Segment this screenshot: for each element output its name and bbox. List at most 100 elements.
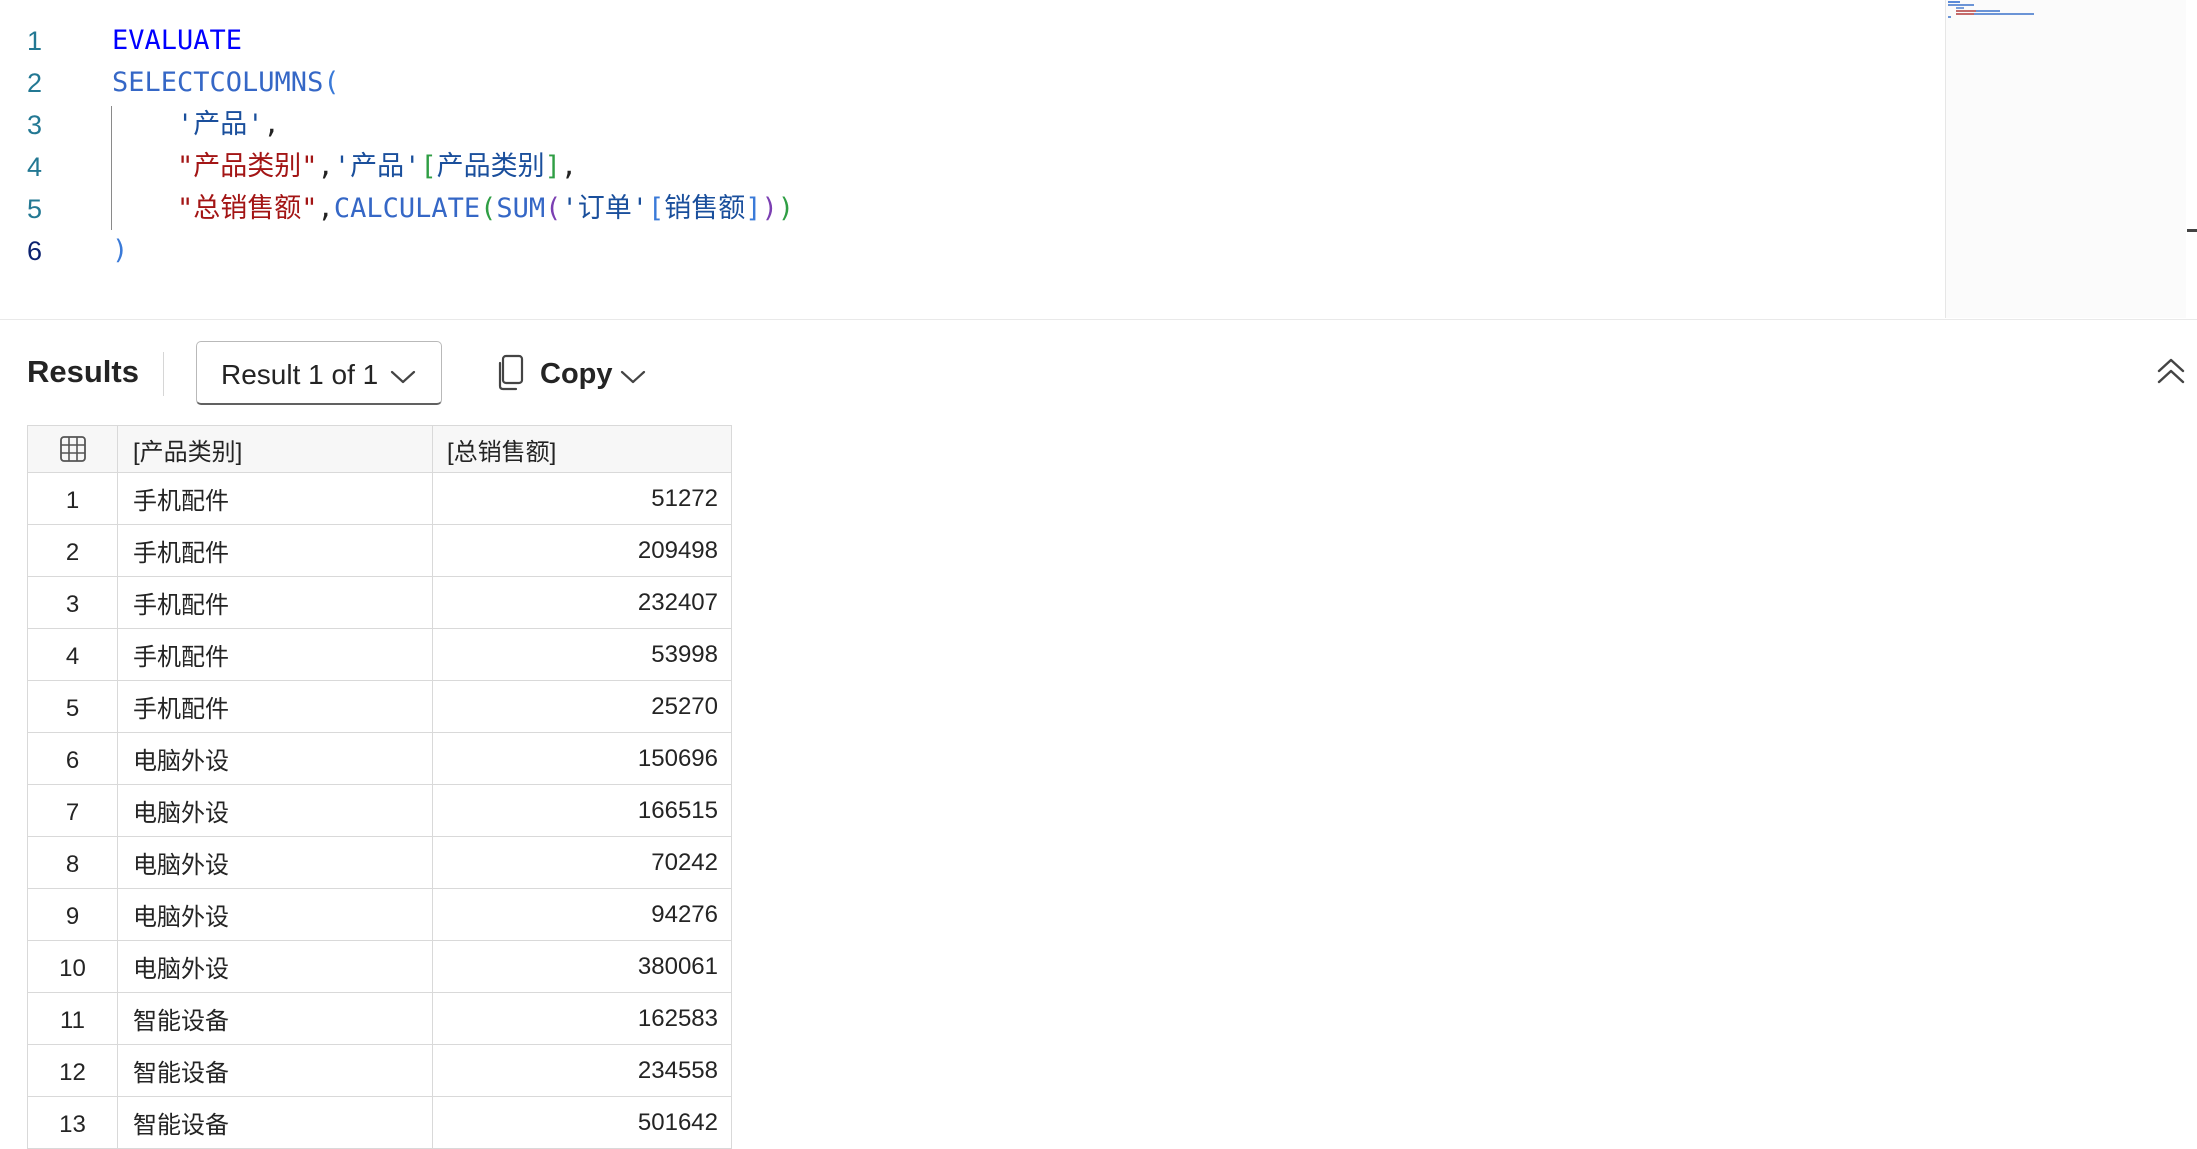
line-number: 2 xyxy=(27,68,43,98)
minimap-slider-marker[interactable] xyxy=(2187,229,2197,232)
chevron-down-icon xyxy=(389,362,417,394)
select-all-cell[interactable] xyxy=(27,425,118,473)
copy-label: Copy xyxy=(540,358,613,390)
row-number-cell[interactable]: 13 xyxy=(27,1096,118,1149)
code-token: ( xyxy=(480,193,497,224)
results-grid[interactable]: [产品类别] [总销售额] 1 手机配件 51272 2 手机配件 209498 3 手机配件… xyxy=(27,425,732,1149)
code-token: ] xyxy=(745,193,762,224)
sales-cell[interactable]: 94276 xyxy=(432,888,732,941)
grid-header-row: [产品类别] [总销售额] xyxy=(27,425,732,473)
code-token: "总销售额" xyxy=(177,193,318,224)
minimap-line xyxy=(1948,1,1960,3)
code-token: 产品类别 xyxy=(436,151,545,182)
result-selector-dropdown[interactable]: Result 1 of 1 xyxy=(196,341,442,405)
row-number-cell[interactable]: 2 xyxy=(27,524,118,577)
sales-cell[interactable]: 501642 xyxy=(432,1096,732,1149)
query-editor[interactable]: 1 EVALUATE 2 SELECTCOLUMNS(3 '产品', 4 "产品类别",… xyxy=(0,0,2197,320)
row-number-cell[interactable]: 9 xyxy=(27,888,118,941)
code-token: [ xyxy=(420,151,437,182)
table-row[interactable]: 2 手机配件 209498 xyxy=(27,524,732,577)
code-token: ) xyxy=(761,193,778,224)
code-token: SELECTCOLUMNS xyxy=(112,67,324,98)
minimap-line xyxy=(1976,10,2000,12)
table-row[interactable]: 11 智能设备 162583 xyxy=(27,992,732,1045)
table-row[interactable]: 12 智能设备 234558 xyxy=(27,1044,732,1097)
category-cell[interactable]: 电脑外设 xyxy=(117,732,433,785)
category-cell[interactable]: 手机配件 xyxy=(117,576,433,629)
category-cell[interactable]: 电脑外设 xyxy=(117,940,433,993)
code-text[interactable]: EVALUATE xyxy=(112,20,242,62)
column-header-category[interactable]: [产品类别] xyxy=(117,425,433,473)
code-token: ( xyxy=(323,67,340,98)
table-row[interactable]: 10 电脑外设 380061 xyxy=(27,940,732,993)
line-number: 5 xyxy=(27,194,43,224)
code-token: CALCULATE xyxy=(333,193,481,224)
code-text[interactable]: "总销售额",CALCULATE(SUM('订单'[销售额])) xyxy=(112,188,794,230)
code-token: '订单' xyxy=(561,193,648,224)
minimap-line xyxy=(1956,10,1976,12)
category-cell[interactable]: 电脑外设 xyxy=(117,784,433,837)
row-number-cell[interactable]: 10 xyxy=(27,940,118,993)
category-cell[interactable]: 智能设备 xyxy=(117,992,433,1045)
double-chevron-up-icon xyxy=(2155,358,2187,391)
sales-cell[interactable]: 53998 xyxy=(432,628,732,681)
table-row[interactable]: 1 手机配件 51272 xyxy=(27,472,732,525)
row-number-cell[interactable]: 8 xyxy=(27,836,118,889)
row-number-cell[interactable]: 1 xyxy=(27,472,118,525)
collapse-results-button[interactable] xyxy=(2155,357,2187,391)
code-text[interactable]: "产品类别",'产品'[产品类别], xyxy=(112,146,577,188)
sales-cell[interactable]: 209498 xyxy=(432,524,732,577)
code-text[interactable]: SELECTCOLUMNS( xyxy=(112,62,340,104)
category-cell[interactable]: 手机配件 xyxy=(117,680,433,733)
sales-cell[interactable]: 232407 xyxy=(432,576,732,629)
table-row[interactable]: 8 电脑外设 70242 xyxy=(27,836,732,889)
category-cell[interactable]: 电脑外设 xyxy=(117,836,433,889)
sales-cell[interactable]: 380061 xyxy=(432,940,732,993)
sales-cell[interactable]: 166515 xyxy=(432,784,732,837)
table-row[interactable]: 6 电脑外设 150696 xyxy=(27,732,732,785)
sales-cell[interactable]: 162583 xyxy=(432,992,732,1045)
category-cell[interactable]: 智能设备 xyxy=(117,1044,433,1097)
editor-divider xyxy=(0,319,2197,320)
code-text[interactable]: ) xyxy=(112,230,128,272)
minimap-line xyxy=(1948,16,1951,18)
code-text[interactable]: '产品', xyxy=(112,104,280,146)
row-number-cell[interactable]: 11 xyxy=(27,992,118,1045)
row-number-cell[interactable]: 12 xyxy=(27,1044,118,1097)
sales-cell[interactable]: 51272 xyxy=(432,472,732,525)
category-cell[interactable]: 智能设备 xyxy=(117,1096,433,1149)
table-grid-icon xyxy=(59,435,87,463)
results-title: Results xyxy=(27,354,139,389)
line-number: 3 xyxy=(27,110,43,140)
minimap-line xyxy=(1948,4,1974,6)
category-cell[interactable]: 手机配件 xyxy=(117,524,433,577)
code-token: , xyxy=(317,193,334,224)
sales-cell[interactable]: 70242 xyxy=(432,836,732,889)
category-cell[interactable]: 电脑外设 xyxy=(117,888,433,941)
row-number-cell[interactable]: 6 xyxy=(27,732,118,785)
category-cell[interactable]: 手机配件 xyxy=(117,472,433,525)
indent-guide xyxy=(111,106,112,230)
table-row[interactable]: 13 智能设备 501642 xyxy=(27,1096,732,1149)
sales-cell[interactable]: 150696 xyxy=(432,732,732,785)
column-header-sales[interactable]: [总销售额] xyxy=(432,425,732,473)
row-number-cell[interactable]: 5 xyxy=(27,680,118,733)
sales-cell[interactable]: 25270 xyxy=(432,680,732,733)
sales-cell[interactable]: 234558 xyxy=(432,1044,732,1097)
row-number-cell[interactable]: 3 xyxy=(27,576,118,629)
row-number-cell[interactable]: 4 xyxy=(27,628,118,681)
table-row[interactable]: 9 电脑外设 94276 xyxy=(27,888,732,941)
table-row[interactable]: 7 电脑外设 166515 xyxy=(27,784,732,837)
table-row[interactable]: 3 手机配件 232407 xyxy=(27,576,732,629)
code-token: , xyxy=(317,151,334,182)
chevron-down-icon xyxy=(619,362,647,395)
minimap[interactable] xyxy=(1945,0,2186,318)
row-number-cell[interactable]: 7 xyxy=(27,784,118,837)
category-cell[interactable]: 手机配件 xyxy=(117,628,433,681)
table-row[interactable]: 5 手机配件 25270 xyxy=(27,680,732,733)
code-token: , xyxy=(560,151,578,182)
table-row[interactable]: 4 手机配件 53998 xyxy=(27,628,732,681)
code-token: ( xyxy=(545,193,562,224)
